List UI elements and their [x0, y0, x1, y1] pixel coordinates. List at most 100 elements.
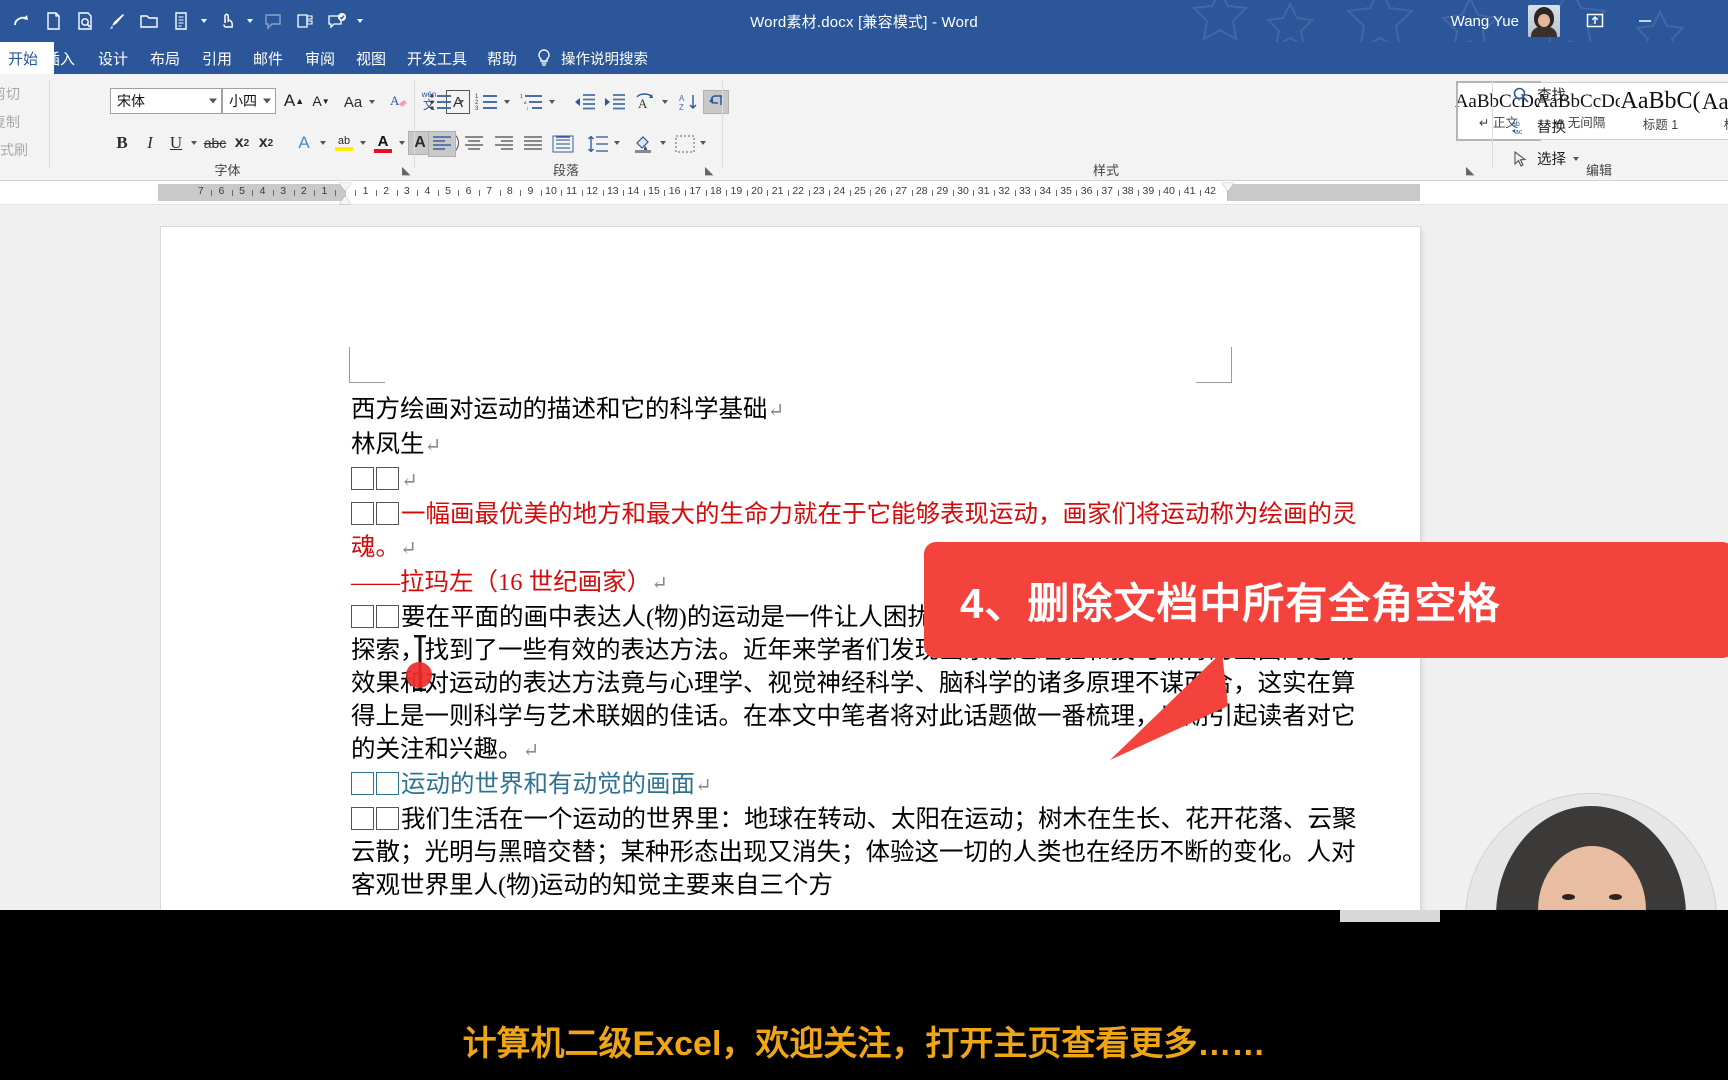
- format-painter-icon[interactable]: [102, 6, 132, 36]
- ruler-tick: [478, 190, 480, 196]
- find-button[interactable]: 查找: [1512, 84, 1566, 105]
- superscript-button[interactable]: x2: [255, 131, 277, 155]
- bottom-banner-text: 计算机二级Excel，欢迎关注，打开主页查看更多……: [462, 1024, 1266, 1063]
- tab-references[interactable]: 引用: [191, 42, 243, 74]
- font-dialog-launcher[interactable]: ◣: [402, 164, 410, 177]
- font-color-caret[interactable]: [397, 138, 407, 148]
- decrease-indent-button[interactable]: [571, 90, 597, 114]
- touch-mode-icon[interactable]: [212, 6, 242, 36]
- tab-layout[interactable]: 布局: [139, 42, 191, 74]
- first-line-indent-marker[interactable]: [339, 183, 351, 191]
- line-spacing-button[interactable]: [585, 131, 611, 157]
- properties-dropdown-caret[interactable]: [198, 6, 210, 36]
- chevron-down-icon[interactable]: [209, 98, 217, 104]
- asian-layout-button[interactable]: A: [632, 90, 658, 114]
- replace-icon: abac: [1512, 121, 1523, 136]
- asian-layout-caret[interactable]: [660, 97, 670, 107]
- tab-developer[interactable]: 开发工具: [396, 42, 478, 74]
- tab-mailings[interactable]: 邮件: [242, 42, 294, 74]
- align-left-button[interactable]: [428, 131, 456, 157]
- cut-button-label[interactable]: 剪切: [0, 84, 20, 104]
- borders-button[interactable]: [672, 131, 698, 157]
- tab-insert[interactable]: 插入: [34, 42, 86, 74]
- underline-caret[interactable]: [189, 138, 199, 148]
- align-center-button[interactable]: [460, 131, 488, 157]
- bullets-button[interactable]: [428, 90, 454, 114]
- subscript-button[interactable]: x2: [231, 131, 253, 155]
- text-effects-caret[interactable]: [318, 138, 328, 148]
- tell-me-search[interactable]: 操作说明搜索: [535, 42, 648, 74]
- ribbon-display-options-button[interactable]: [1572, 0, 1618, 42]
- tab-help[interactable]: 帮助: [476, 42, 528, 74]
- borders-caret[interactable]: [698, 138, 708, 148]
- customize-qat-icon[interactable]: [354, 6, 366, 36]
- doc-author-line[interactable]: 林凤生↵: [351, 428, 1371, 463]
- ruler-tick: [787, 190, 789, 196]
- bold-button[interactable]: B: [110, 131, 134, 155]
- paragraph-dialog-launcher[interactable]: ◣: [705, 164, 713, 177]
- text-highlight-color-button[interactable]: ab: [331, 129, 357, 157]
- shrink-font-button[interactable]: A ▼: [310, 90, 332, 112]
- chevron-down-icon[interactable]: [263, 98, 271, 104]
- touch-mode-dropdown-caret[interactable]: [244, 6, 256, 36]
- justify-button[interactable]: [519, 131, 547, 157]
- tab-view[interactable]: 视图: [345, 42, 397, 74]
- tab-design[interactable]: 设计: [87, 42, 139, 74]
- new-comment-icon[interactable]: [290, 6, 320, 36]
- tab-review[interactable]: 审阅: [294, 42, 346, 74]
- replace-button[interactable]: ab ac 替换: [1512, 116, 1566, 137]
- line-spacing-caret[interactable]: [612, 138, 622, 148]
- clear-formatting-button[interactable]: A: [387, 90, 411, 114]
- minimize-button[interactable]: [1622, 0, 1668, 42]
- increase-indent-button[interactable]: [601, 90, 627, 114]
- font-color-button[interactable]: A: [370, 129, 396, 157]
- account-area[interactable]: Wang Yue: [1451, 0, 1560, 42]
- doc-paragraph-empty[interactable]: ↵: [351, 463, 1371, 498]
- align-right-button[interactable]: [490, 131, 518, 157]
- properties-icon[interactable]: [166, 6, 196, 36]
- ruler-number: 4: [424, 185, 431, 197]
- sort-button[interactable]: AZ: [676, 90, 702, 114]
- ruler-tick: [870, 190, 872, 196]
- shading-caret[interactable]: [658, 138, 668, 148]
- redo-icon[interactable]: [6, 6, 36, 36]
- shading-button[interactable]: [630, 131, 656, 157]
- quick-access-toolbar[interactable]: [6, 4, 366, 38]
- strikethrough-button[interactable]: abc: [202, 131, 228, 155]
- group-clipboard: 剪切 复制 格式刷: [0, 74, 46, 181]
- horizontal-ruler[interactable]: 7 6 5 4 3 2 1 1 2 3 4 5 6 7 8 9 10 11 12 13 14 15 16 17 18 19 20 21…: [0, 181, 1728, 205]
- font-size-input[interactable]: 小四: [222, 88, 276, 114]
- avatar[interactable]: [1528, 5, 1560, 37]
- doc-paragraph-body2[interactable]: 我们生活在一个运动的世界里：地球在转动、太阳在运动；树木在生长、花开花落、云聚云…: [351, 803, 1371, 902]
- right-indent-marker[interactable]: [1222, 183, 1234, 191]
- numbering-caret[interactable]: [502, 97, 512, 107]
- underline-button[interactable]: U: [164, 131, 188, 155]
- distributed-button[interactable]: [549, 131, 577, 157]
- styles-dialog-launcher[interactable]: ◣: [1466, 164, 1474, 177]
- doc-title-line[interactable]: 西方绘画对运动的描述和它的科学基础↵: [351, 393, 1371, 428]
- new-document-icon[interactable]: [38, 6, 68, 36]
- hanging-indent-marker[interactable]: [339, 196, 351, 204]
- ruler-number: 36: [1080, 185, 1093, 197]
- bullets-caret[interactable]: [456, 97, 466, 107]
- italic-button[interactable]: I: [138, 131, 162, 155]
- open-folder-icon[interactable]: [134, 6, 164, 36]
- ruler-track[interactable]: 7 6 5 4 3 2 1 1 2 3 4 5 6 7 8 9 10 11 12 13 14 15 16 17 18 19 20 21…: [158, 183, 1420, 204]
- multilevel-list-button[interactable]: 1ai: [519, 90, 545, 114]
- copy-button-label[interactable]: 复制: [0, 112, 20, 132]
- ruler-tick: [746, 190, 748, 196]
- multilevel-caret[interactable]: [547, 97, 557, 107]
- word-application-window: Word素材.docx [兼容模式] - Word Wang Yue 开始 插入…: [0, 0, 1728, 1080]
- doc-paragraph-heading2[interactable]: 运动的世界和有动觉的画面↵: [351, 768, 1371, 803]
- format-painter-button-label[interactable]: 格式刷: [0, 140, 28, 160]
- print-preview-icon[interactable]: [70, 6, 100, 36]
- change-case-caret[interactable]: [367, 97, 377, 107]
- highlight-caret[interactable]: [358, 138, 368, 148]
- text-effects-button[interactable]: A: [292, 131, 316, 155]
- numbering-button[interactable]: 123: [474, 90, 500, 114]
- change-case-button[interactable]: Aa: [341, 92, 365, 112]
- font-name-input[interactable]: 宋体: [110, 88, 222, 114]
- spelling-check-icon[interactable]: [322, 6, 352, 36]
- grow-font-button[interactable]: A ▲: [283, 90, 305, 112]
- comment-icon[interactable]: [258, 6, 288, 36]
